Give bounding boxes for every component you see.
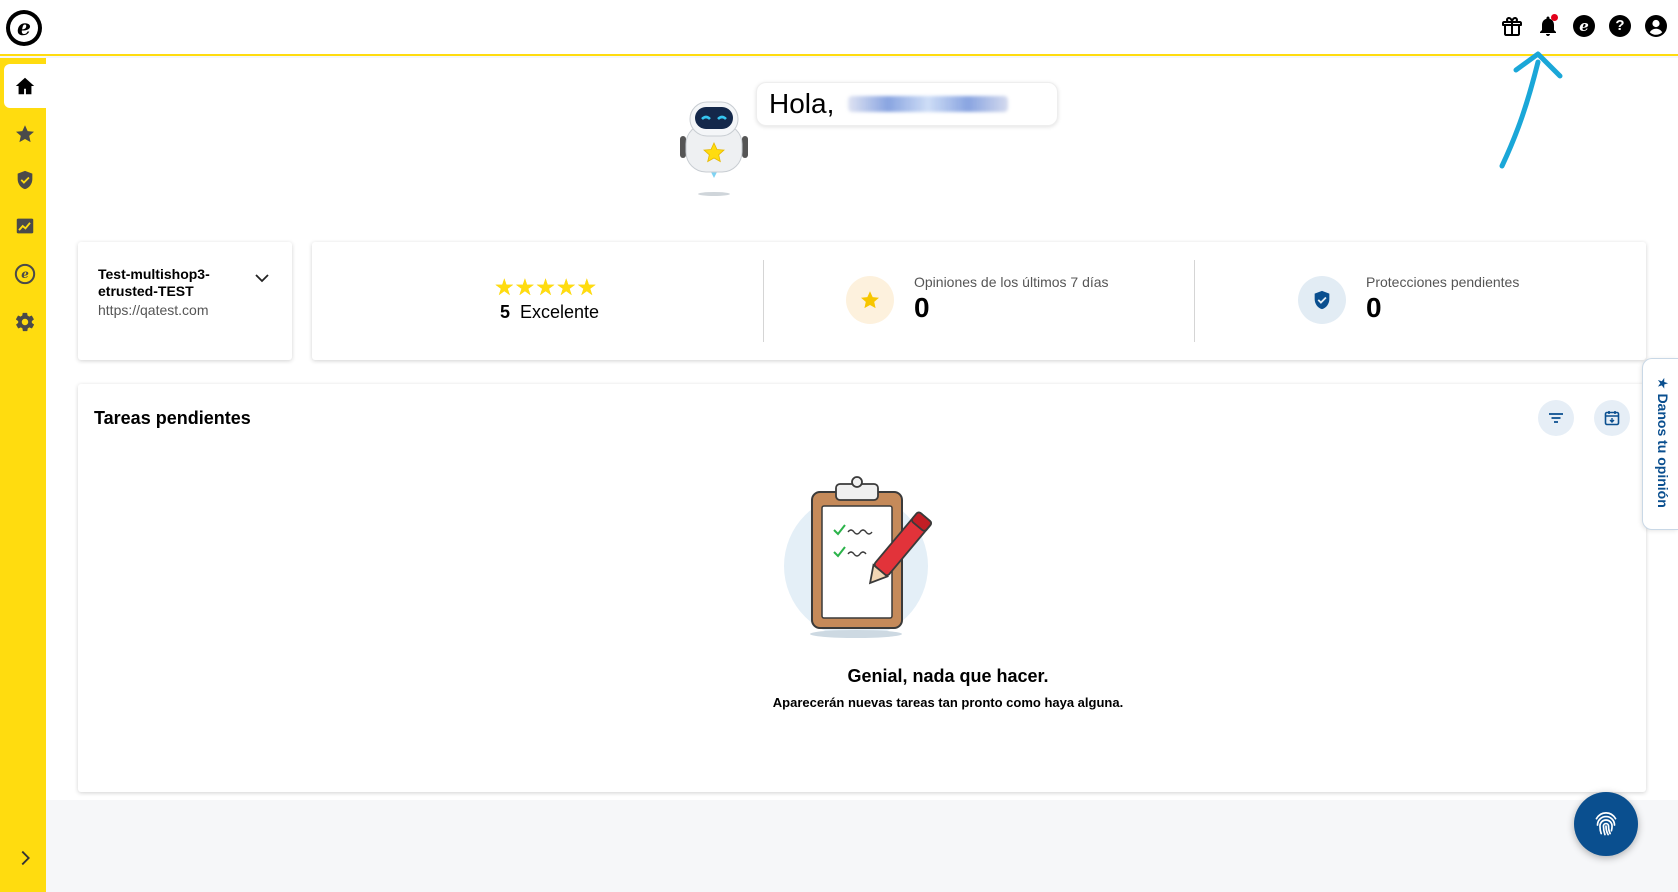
redacted-user-name bbox=[848, 96, 1009, 112]
sidebar-item-analytics[interactable] bbox=[4, 204, 46, 248]
shop-name: Test-multishop3-etrusted-TEST bbox=[98, 266, 210, 299]
rating-stars: ★★★★★ bbox=[494, 274, 598, 300]
rating-label: Excelente bbox=[520, 302, 600, 322]
sidebar-item-home[interactable] bbox=[4, 64, 46, 108]
clipboard-illustration-icon bbox=[784, 476, 932, 638]
calendar-icon bbox=[1604, 411, 1620, 426]
feedback-tab[interactable]: ★ Danos tu opinión bbox=[1642, 358, 1678, 530]
calendar-button[interactable] bbox=[1594, 400, 1630, 436]
page-footer-area bbox=[46, 800, 1678, 892]
trusted-logo[interactable]: e bbox=[6, 10, 42, 46]
star-icon bbox=[861, 291, 879, 309]
sidebar: e bbox=[0, 58, 46, 892]
sidebar-item-reviews[interactable] bbox=[4, 112, 46, 156]
notification-dot bbox=[1551, 14, 1558, 21]
sidebar-expand-button[interactable] bbox=[4, 838, 46, 878]
sidebar-item-protection[interactable] bbox=[4, 158, 46, 202]
bell-icon[interactable] bbox=[1536, 14, 1560, 38]
rating-summary: 5 Excelente bbox=[500, 302, 599, 323]
empty-subtitle-text: Aparecerán nuevas tareas tan pronto como… bbox=[772, 695, 1124, 710]
protections-value: 0 bbox=[1366, 292, 1382, 323]
fingerprint-button[interactable] bbox=[1574, 792, 1638, 856]
chevron-down-icon bbox=[255, 274, 269, 283]
help-letter: ? bbox=[1609, 15, 1631, 37]
fingerprint-icon bbox=[1595, 811, 1617, 836]
feedback-label: ★ Danos tu opinión bbox=[1655, 377, 1671, 508]
top-icons: e ? bbox=[1500, 14, 1668, 38]
robot-mascot-icon bbox=[680, 101, 748, 196]
stats-divider bbox=[763, 260, 764, 342]
reviews-icon-circle bbox=[846, 276, 894, 324]
trusted-e-icon[interactable]: e bbox=[1572, 14, 1596, 38]
rating-stars-text: ★★★★★ bbox=[494, 274, 598, 300]
logo-letter: e bbox=[10, 14, 38, 42]
gift-icon[interactable] bbox=[1500, 14, 1524, 38]
filter-icon bbox=[1549, 413, 1563, 423]
gear-icon bbox=[15, 312, 35, 332]
star-icon bbox=[16, 125, 34, 143]
home-icon bbox=[15, 77, 35, 95]
filter-button[interactable] bbox=[1538, 400, 1574, 436]
chart-icon bbox=[16, 218, 34, 234]
greeting-bubble: Hola, bbox=[756, 82, 1058, 126]
shop-url: https://qatest.com bbox=[98, 302, 209, 318]
pending-tasks-card: Tareas pendientes Genial, nada que hacer… bbox=[78, 384, 1646, 792]
stats-card: ★★★★★ 5 Excelente Opiniones de los último… bbox=[312, 242, 1646, 360]
empty-title-text: Genial, nada que hacer. bbox=[847, 666, 1049, 686]
svg-text:e: e bbox=[21, 267, 29, 281]
reviews-label: Opiniones de los últimos 7 días bbox=[914, 274, 1109, 290]
chevron-right-icon bbox=[21, 850, 30, 866]
tasks-title: Tareas pendientes bbox=[94, 408, 251, 428]
protections-icon-circle bbox=[1298, 276, 1346, 324]
trusted-e-letter: e bbox=[1573, 15, 1595, 37]
account-icon[interactable] bbox=[1644, 14, 1668, 38]
stats-divider bbox=[1194, 260, 1195, 342]
reviews-value: 0 bbox=[914, 292, 930, 323]
trusted-e-icon: e bbox=[14, 263, 36, 285]
sidebar-item-trusted[interactable]: e bbox=[4, 252, 46, 296]
sidebar-item-settings[interactable] bbox=[4, 300, 46, 344]
protections-label: Protecciones pendientes bbox=[1366, 274, 1520, 290]
empty-state-subtitle: Aparecerán nuevas tareas tan pronto como… bbox=[728, 694, 1168, 712]
shop-selector[interactable]: Test-multishop3-etrusted-TEST https://qa… bbox=[78, 242, 292, 360]
empty-state-title: Genial, nada que hacer. bbox=[728, 666, 1168, 687]
greeting-text: Hola, bbox=[769, 88, 835, 119]
top-bar: e e ? bbox=[0, 0, 1678, 56]
shield-check-icon bbox=[17, 170, 33, 190]
shield-check-icon bbox=[1314, 290, 1330, 310]
rating-value: 5 bbox=[500, 302, 511, 322]
help-icon[interactable]: ? bbox=[1608, 14, 1632, 38]
